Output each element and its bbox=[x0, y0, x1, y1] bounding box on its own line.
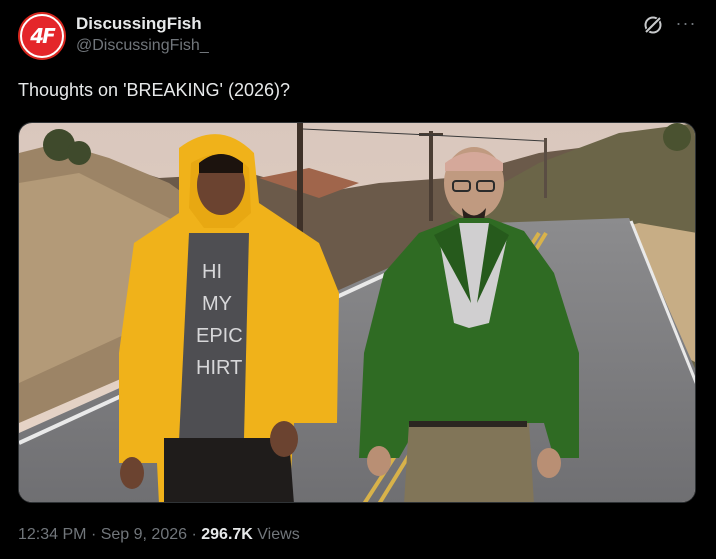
views-count: 296.7K bbox=[201, 526, 253, 543]
author-avatar[interactable]: 4F bbox=[18, 12, 66, 60]
shirt-line-1: HI bbox=[202, 261, 222, 283]
grok-icon[interactable] bbox=[642, 14, 664, 36]
tweet-meta: 12:34 PM · Sep 9, 2026 · 296.7K Views bbox=[18, 526, 300, 544]
author-handle[interactable]: @DiscussingFish_ bbox=[76, 37, 209, 55]
views-label: Views bbox=[257, 526, 300, 543]
meta-separator: · bbox=[90, 526, 97, 543]
tweet-text: Thoughts on 'BREAKING' (2026)? bbox=[18, 80, 291, 100]
meta-separator: · bbox=[191, 526, 197, 543]
more-icon[interactable]: ··· bbox=[674, 14, 698, 36]
shirt-line-4: HIRT bbox=[196, 357, 242, 379]
shirt-line-3: EPIC bbox=[196, 325, 243, 347]
tweet-time[interactable]: 12:34 PM bbox=[18, 526, 86, 543]
tweet-date[interactable]: Sep 9, 2026 bbox=[101, 526, 187, 543]
shirt-line-2: MY bbox=[202, 293, 232, 315]
avatar-logo: 4F bbox=[20, 14, 64, 58]
author-name[interactable]: DiscussingFish bbox=[76, 14, 202, 34]
tweet-image[interactable]: HI MY EPIC HIRT bbox=[18, 122, 696, 503]
